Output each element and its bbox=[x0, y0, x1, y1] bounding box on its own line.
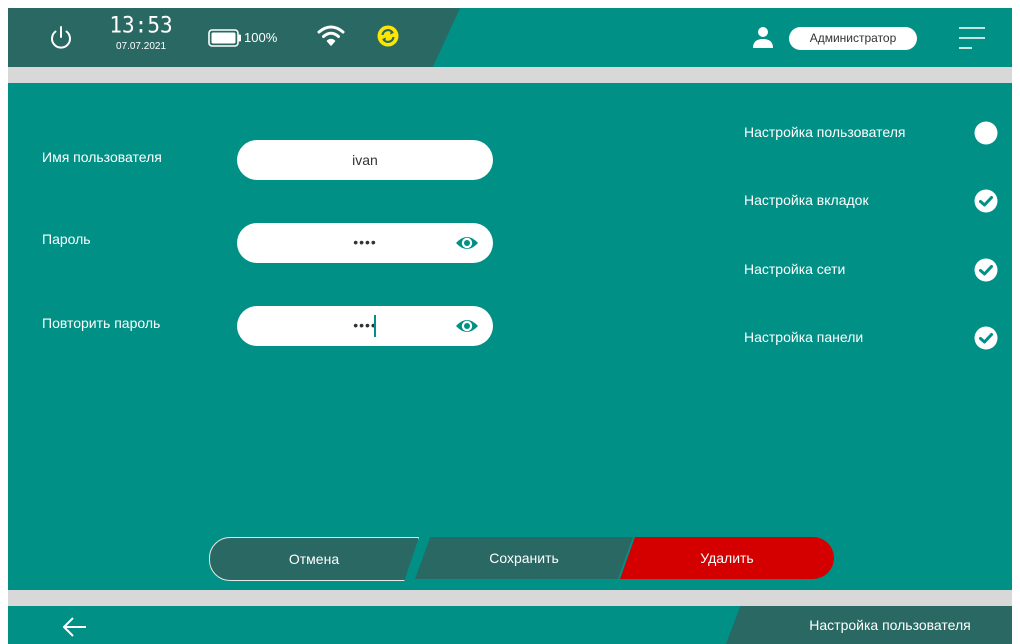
battery-percent: 100% bbox=[244, 30, 278, 45]
check-circle-icon[interactable] bbox=[974, 326, 998, 350]
cancel-button[interactable]: Отмена bbox=[209, 537, 419, 581]
status-bar: 13:53 07.07.2021 100% Администратор bbox=[8, 8, 1012, 67]
check-circle-icon[interactable] bbox=[974, 189, 998, 213]
text-caret bbox=[374, 315, 376, 337]
page-title: Настройка пользователя bbox=[809, 617, 971, 633]
permission-network-settings-label: Настройка сети bbox=[744, 261, 846, 277]
wifi-icon bbox=[317, 25, 345, 46]
app-frame: 13:53 07.07.2021 100% Администратор Имя … bbox=[8, 8, 1012, 644]
sync-icon[interactable] bbox=[377, 25, 399, 47]
user-settings-panel: Имя пользователя ivan Пароль •••• Повтор… bbox=[8, 83, 1012, 590]
repeat-password-value: •••• bbox=[353, 317, 377, 333]
username-value: ivan bbox=[352, 152, 378, 168]
eye-icon[interactable] bbox=[455, 232, 479, 254]
save-button[interactable]: Сохранить bbox=[415, 537, 633, 579]
check-circle-icon[interactable] bbox=[974, 258, 998, 282]
bottom-bar: Настройка пользователя bbox=[8, 606, 1012, 644]
power-icon[interactable] bbox=[46, 23, 76, 53]
permission-user-settings-label: Настройка пользователя bbox=[744, 124, 906, 140]
user-role-badge[interactable]: Администратор bbox=[789, 27, 917, 50]
password-field[interactable]: •••• bbox=[237, 223, 493, 263]
permission-tabs-settings-label: Настройка вкладок bbox=[744, 192, 869, 208]
eye-icon[interactable] bbox=[455, 315, 479, 337]
clock-date: 07.07.2021 bbox=[115, 41, 167, 52]
battery-icon bbox=[208, 29, 241, 47]
password-value: •••• bbox=[353, 234, 377, 250]
username-label: Имя пользователя bbox=[42, 149, 162, 165]
menu-icon[interactable] bbox=[958, 25, 986, 51]
permission-panel-settings-label: Настройка панели bbox=[744, 329, 864, 345]
repeat-password-field[interactable]: •••• bbox=[237, 306, 493, 346]
permission-user-settings-toggle[interactable] bbox=[974, 121, 998, 145]
arrow-left-icon[interactable] bbox=[62, 616, 88, 638]
password-label: Пароль bbox=[42, 231, 91, 247]
user-icon bbox=[753, 27, 773, 48]
delete-button[interactable]: Удалить bbox=[620, 537, 834, 579]
clock-time: 13:53 bbox=[109, 12, 173, 38]
username-field[interactable]: ivan bbox=[237, 140, 493, 180]
repeat-password-label: Повторить пароль bbox=[42, 315, 161, 331]
